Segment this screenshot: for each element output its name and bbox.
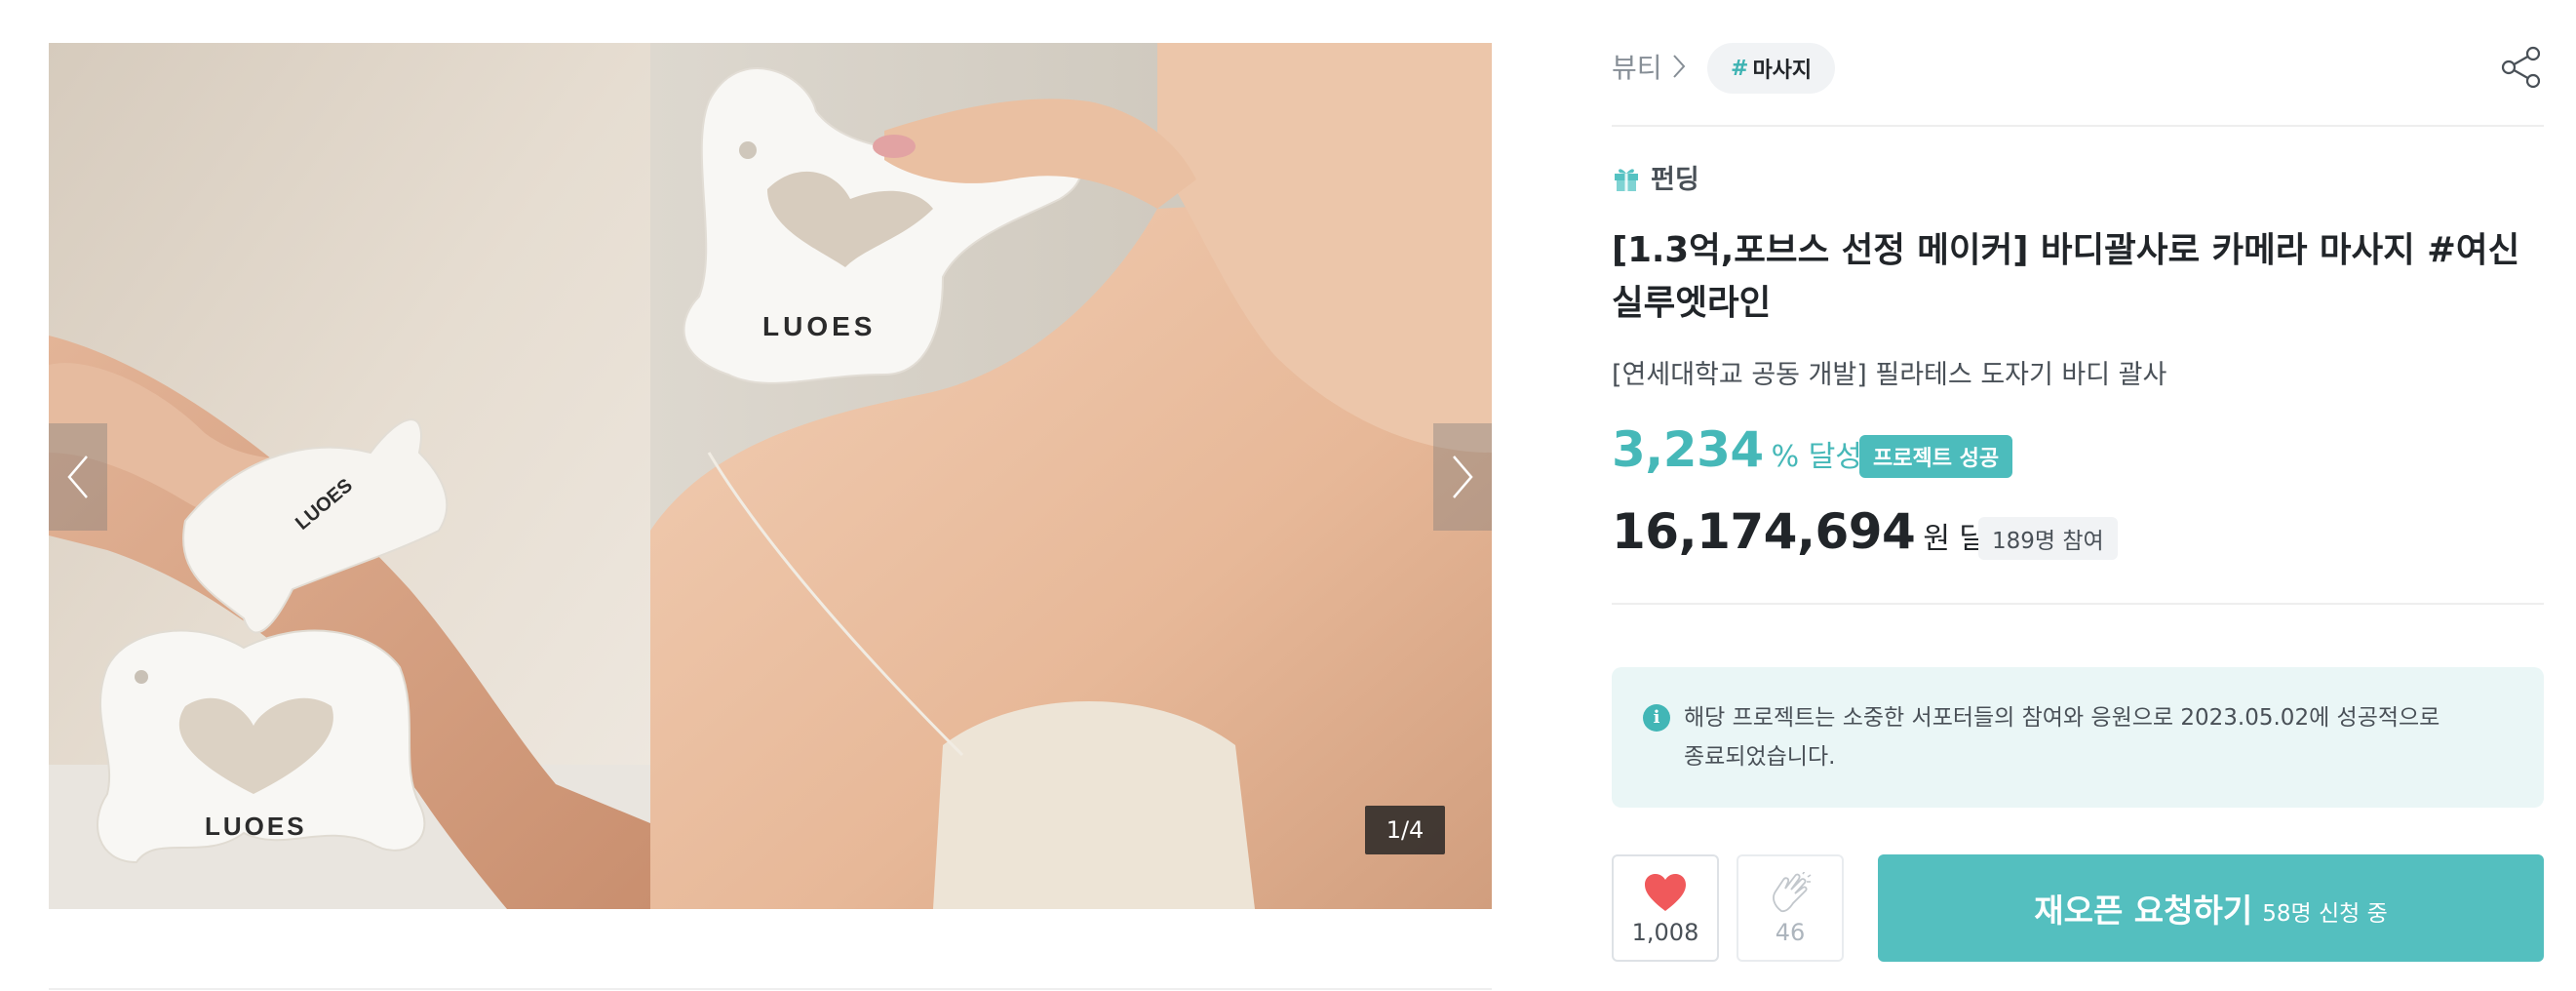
project-category: 펀딩: [1612, 158, 1699, 196]
breadcrumb-category[interactable]: 뷰티: [1612, 47, 1662, 86]
gallery-next-button[interactable]: [1433, 423, 1492, 531]
reopen-request-count: 58명 신청 중: [2262, 901, 2388, 927]
project-title: [1.3억,포브스 선정 메이커] 바디괄사로 카메라 마사지 #여신실루엣라인: [1612, 230, 2520, 323]
chevron-right-icon: [1453, 456, 1473, 498]
category-label: 펀딩: [1651, 165, 1699, 195]
achievement-rate: 3,234 % 달성: [1612, 421, 1862, 490]
status-badge: 프로젝트 성공: [1859, 435, 2013, 478]
project-info-panel: 뷰티 # 마사지 펀딩 [1.3억,포브스 선정 메이커] 바디괄사로 카메라 …: [1612, 0, 2544, 991]
chevron-left-icon: [67, 456, 88, 498]
project-subtitle: [연세대학교 공동 개발] 필라테스 도자기 바디 괄사: [1612, 360, 2167, 390]
like-button[interactable]: 1,008: [1612, 854, 1719, 962]
funded-amount: 16,174,694 원 달성: [1612, 503, 2013, 572]
svg-text:LUOES: LUOES: [762, 311, 876, 341]
product-photo-leg: LUOES LUOES: [49, 43, 650, 909]
product-photo-neck: LUOES: [650, 43, 1492, 909]
product-image-gallery[interactable]: LUOES LUOES LUOES 1/4: [49, 43, 1492, 909]
stats-divider: [1612, 603, 2544, 605]
reopen-request-button[interactable]: 재오픈 요청하기 58명 신청 중: [1878, 854, 2544, 962]
cheer-count: 46: [1775, 919, 1806, 946]
image-counter: 1/4: [1365, 806, 1445, 854]
funded-amount-value: 16,174,694: [1612, 503, 1916, 560]
completion-notice: i 해당 프로젝트는 소중한 서포터들의 참여와 응원으로 2023.05.02…: [1612, 667, 2544, 808]
tag-label: 마사지: [1752, 59, 1813, 83]
header-divider: [1612, 125, 2544, 127]
notice-line-1: 해당 프로젝트는 소중한 서포터들의 참여와 응원으로 2023.05.02에 …: [1684, 705, 2440, 731]
achievement-rate-unit: % 달성: [1771, 440, 1862, 474]
tag-hash: #: [1731, 56, 1749, 81]
info-icon: i: [1643, 704, 1670, 732]
clap-icon: [1773, 872, 1812, 913]
gift-icon: [1615, 168, 1638, 191]
share-icon[interactable]: [2499, 45, 2544, 90]
achievement-rate-value: 3,234: [1612, 421, 1764, 478]
notice-line-2: 종료되었습니다.: [1684, 744, 1836, 770]
top-bar: 뷰티 # 마사지: [1612, 39, 2544, 96]
like-count: 1,008: [1631, 919, 1699, 946]
supporters-badge: 189명 참여: [1978, 517, 2118, 560]
svg-text:LUOES: LUOES: [205, 812, 307, 841]
breadcrumb[interactable]: 뷰티: [1612, 47, 1686, 86]
heart-icon: [1645, 874, 1686, 911]
cheer-button[interactable]: 46: [1737, 854, 1844, 962]
gallery-divider: [49, 988, 1492, 990]
reopen-request-label: 재오픈 요청하기: [2034, 892, 2253, 930]
tag-chip-massage[interactable]: # 마사지: [1707, 43, 1836, 94]
gallery-prev-button[interactable]: [49, 423, 107, 531]
chevron-right-icon: [1672, 55, 1685, 78]
